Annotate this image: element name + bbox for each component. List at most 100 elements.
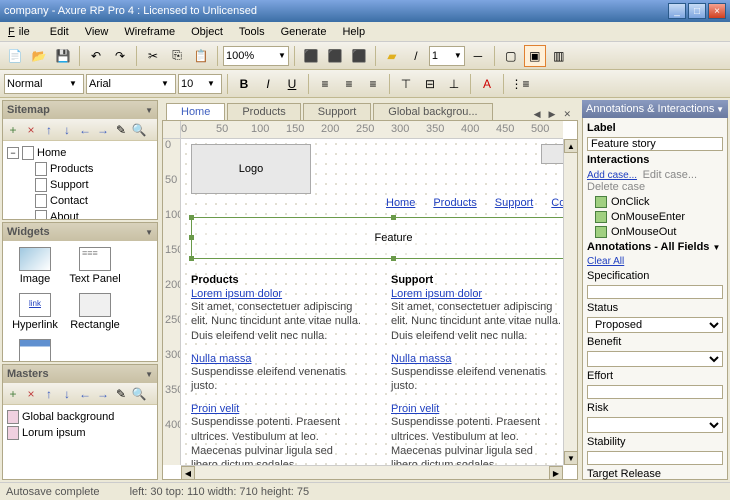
font-combo[interactable]: ▼ (86, 74, 176, 94)
wf-link[interactable]: Nulla massa (391, 353, 561, 365)
left-icon[interactable]: ← (77, 386, 93, 402)
size-combo[interactable]: ▼ (178, 74, 222, 94)
align-left-icon[interactable]: ⬛ (300, 45, 322, 67)
search-icon[interactable]: 🔍 (131, 122, 147, 138)
delete-case-link[interactable]: Delete case (587, 181, 645, 193)
delete-master-icon[interactable]: × (23, 386, 39, 402)
master-lorum[interactable]: Lorum ipsum (7, 425, 153, 441)
resize-handle[interactable] (391, 215, 396, 220)
risk-select[interactable] (587, 417, 723, 433)
menu-file[interactable]: File (4, 24, 38, 40)
scroll-right-icon[interactable]: ▶ (549, 466, 563, 480)
tab-close-icon[interactable]: ✕ (560, 109, 574, 120)
align-left-text-icon[interactable]: ≡ (314, 73, 336, 95)
tree-node-about[interactable]: About (7, 209, 153, 219)
chevron-down-icon[interactable]: ▼ (145, 228, 153, 237)
redo-icon[interactable]: ↷ (109, 45, 131, 67)
scrollbar-horizontal[interactable]: ◀ ▶ (181, 465, 563, 479)
right-icon[interactable]: → (95, 386, 111, 402)
align-top-icon[interactable]: ⬛ (348, 45, 370, 67)
annotations-header[interactable]: Annotations & Interactions▼ (582, 100, 728, 118)
chevron-down-icon[interactable]: ▼ (278, 51, 286, 60)
wf-link[interactable]: Proin velit (191, 403, 361, 415)
scroll-left-icon[interactable]: ◀ (181, 466, 195, 480)
line-icon[interactable]: / (405, 45, 427, 67)
menu-help[interactable]: Help (338, 24, 369, 40)
widget-image[interactable]: Image (7, 245, 63, 287)
wireframe-page[interactable]: Logo Home Products Support Contact About… (181, 139, 563, 465)
wf-link[interactable]: Nulla massa (191, 353, 361, 365)
bold-icon[interactable]: B (233, 73, 255, 95)
down-icon[interactable]: ↓ (59, 122, 75, 138)
chevron-down-icon[interactable]: ▼ (145, 106, 153, 115)
up-icon[interactable]: ↑ (41, 122, 57, 138)
add-master-icon[interactable]: + (5, 386, 21, 402)
chevron-down-icon[interactable]: ▼ (207, 79, 215, 88)
tab-global[interactable]: Global backgrou... (373, 103, 492, 120)
tab-home[interactable]: Home (166, 103, 225, 120)
layout-1-icon[interactable]: ▢ (500, 45, 522, 67)
open-icon[interactable]: 📂 (28, 45, 50, 67)
edit-icon[interactable]: ✎ (113, 386, 129, 402)
tab-prev-icon[interactable]: ◀ (531, 109, 544, 120)
paint-icon[interactable]: ▰ (381, 45, 403, 67)
underline-icon[interactable]: U (281, 73, 303, 95)
tab-next-icon[interactable]: ▶ (546, 109, 559, 120)
nav-products[interactable]: Products (433, 197, 476, 209)
wf-col-support[interactable]: Support Lorem ipsum dolor Sit amet, cons… (391, 274, 561, 465)
resize-handle[interactable] (189, 235, 194, 240)
save-icon[interactable]: 💾 (52, 45, 74, 67)
valign-top-icon[interactable]: ⊤ (395, 73, 417, 95)
close-button[interactable]: × (708, 3, 726, 19)
tab-products[interactable]: Products (227, 103, 300, 120)
align-right-text-icon[interactable]: ≡ (362, 73, 384, 95)
bullets-icon[interactable]: ⋮≡ (509, 73, 531, 95)
zoom-combo[interactable]: ▼ (223, 46, 289, 66)
nav-home[interactable]: Home (386, 197, 415, 209)
minimize-button[interactable]: _ (668, 3, 686, 19)
menu-edit[interactable]: Edit (46, 24, 73, 40)
chevron-down-icon[interactable]: ▼ (145, 370, 153, 379)
resize-handle[interactable] (391, 256, 396, 261)
collapse-icon[interactable]: − (7, 147, 19, 159)
wf-box[interactable] (541, 144, 563, 164)
distribute-icon[interactable]: ⬛ (324, 45, 346, 67)
wf-link[interactable]: Lorem ipsum dolor (191, 288, 361, 300)
event-onmouseout[interactable]: OnMouseOut (587, 226, 723, 238)
edit-case-link[interactable]: Edit case... (643, 169, 697, 181)
wf-col-products[interactable]: Products Lorem ipsum dolor Sit amet, con… (191, 274, 361, 465)
status-select[interactable]: Proposed (587, 317, 723, 333)
style-combo[interactable]: ▼ (4, 74, 84, 94)
copy-icon[interactable]: ⎘ (166, 45, 188, 67)
label-input[interactable] (587, 137, 723, 151)
chevron-down-icon[interactable]: ▼ (454, 51, 462, 60)
up-icon[interactable]: ↑ (41, 386, 57, 402)
menu-generate[interactable]: Generate (277, 24, 331, 40)
left-icon[interactable]: ← (77, 122, 93, 138)
effort-input[interactable] (587, 385, 723, 399)
layout-3-icon[interactable]: ▥ (548, 45, 570, 67)
undo-icon[interactable]: ↶ (85, 45, 107, 67)
clear-all-link[interactable]: Clear All (587, 256, 723, 267)
cut-icon[interactable]: ✂ (142, 45, 164, 67)
resize-handle[interactable] (189, 215, 194, 220)
chevron-down-icon[interactable]: ▼ (713, 243, 721, 252)
allfields-label[interactable]: Annotations - All Fields ▼ (587, 241, 723, 253)
valign-middle-icon[interactable]: ⊟ (419, 73, 441, 95)
menu-wireframe[interactable]: Wireframe (120, 24, 179, 40)
benefit-select[interactable] (587, 351, 723, 367)
wf-link[interactable]: Lorem ipsum dolor (391, 288, 561, 300)
chevron-down-icon[interactable]: ▼ (161, 79, 169, 88)
align-center-text-icon[interactable]: ≡ (338, 73, 360, 95)
search-icon[interactable]: 🔍 (131, 386, 147, 402)
resize-handle[interactable] (189, 256, 194, 261)
line-width[interactable]: ▼ (429, 46, 465, 66)
add-case-link[interactable]: Add case... (587, 170, 637, 181)
line-style-icon[interactable]: ─ (467, 45, 489, 67)
tree-node-support[interactable]: Support (7, 177, 153, 193)
event-onmouseenter[interactable]: OnMouseEnter (587, 211, 723, 223)
widget-rectangle[interactable]: Rectangle (67, 291, 123, 333)
add-page-icon[interactable]: + (5, 122, 21, 138)
layout-2-icon[interactable]: ▣ (524, 45, 546, 67)
masters-header[interactable]: Masters▼ (3, 365, 157, 383)
